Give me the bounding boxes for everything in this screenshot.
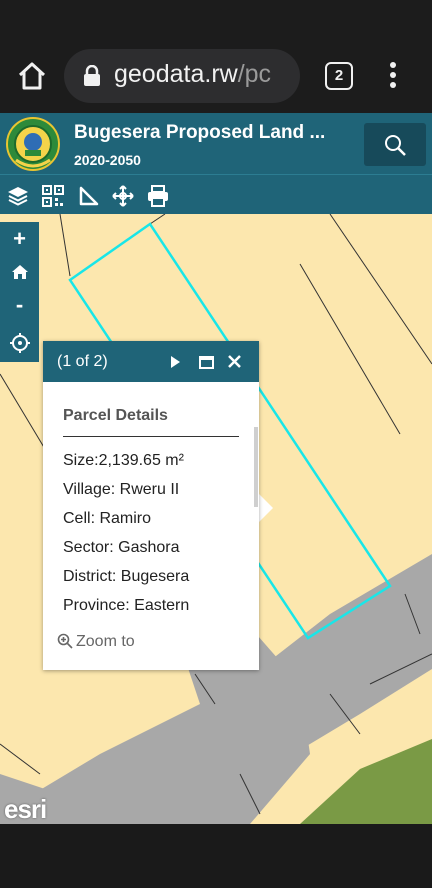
app-subtitle: 2020-2050 [74,152,141,168]
home-extent-button[interactable] [0,255,39,288]
zoom-to-label: Zoom to [76,633,135,650]
menu-dot [390,72,396,78]
locate-icon [9,333,30,353]
home-icon [18,62,46,90]
next-feature-icon[interactable] [169,355,181,369]
popup-scrollbar[interactable] [254,427,258,507]
search-button[interactable] [364,123,426,166]
menu-button[interactable] [383,62,403,92]
parcel-popup: (1 of 2) Parcel Details Size:2,139.65 m²… [43,341,259,670]
locate-button[interactable] [0,326,39,359]
logo [6,117,60,171]
home-icon [11,265,28,279]
url-path: /pc [237,60,272,88]
bottom-bar [0,824,432,888]
zoom-to-icon [57,633,73,649]
layers-icon[interactable] [7,185,29,207]
map-toolbar [0,174,432,214]
zoom-out-button[interactable]: - [0,288,39,321]
move-icon[interactable] [112,185,134,207]
address-bar[interactable]: geodata.rw/pc [64,49,300,103]
parcel-province: Province: Eastern [63,597,190,614]
close-icon[interactable] [227,354,242,369]
popup-count: (1 of 2) [57,353,108,370]
parcel-size: Size:2,139.65 m² [63,452,184,469]
url-domain: geodata.rw [114,60,238,88]
url-text: geodata.rw/pc [114,60,271,89]
menu-dot [390,82,396,88]
lock-icon [84,65,100,86]
popup-pointer [259,494,273,522]
print-icon[interactable] [147,185,169,207]
parcel-district: District: Bugesera [63,568,190,585]
maximize-icon[interactable] [199,356,214,369]
home-button[interactable] [14,58,50,94]
esri-logo: esri [4,794,47,824]
zoom-in-button[interactable]: + [0,222,39,255]
app-title: Bugesera Proposed Land ... [74,122,326,143]
parcel-sector: Sector: Gashora [63,539,180,556]
popup-header: (1 of 2) [43,341,259,382]
popup-body: Parcel Details Size:2,139.65 m² Village:… [43,382,259,670]
search-icon [385,135,406,156]
parcel-village: Village: Rweru II [63,481,180,498]
zoom-control: + - [0,222,39,362]
measure-icon[interactable] [78,185,100,207]
popup-title: Parcel Details [63,407,168,424]
menu-dot [390,62,396,68]
qr-code-icon[interactable] [42,185,64,207]
parcel-cell: Cell: Ramiro [63,510,152,527]
tabs-button[interactable]: 2 [325,62,353,90]
divider [63,436,239,437]
zoom-to-link[interactable]: Zoom to [57,633,135,651]
